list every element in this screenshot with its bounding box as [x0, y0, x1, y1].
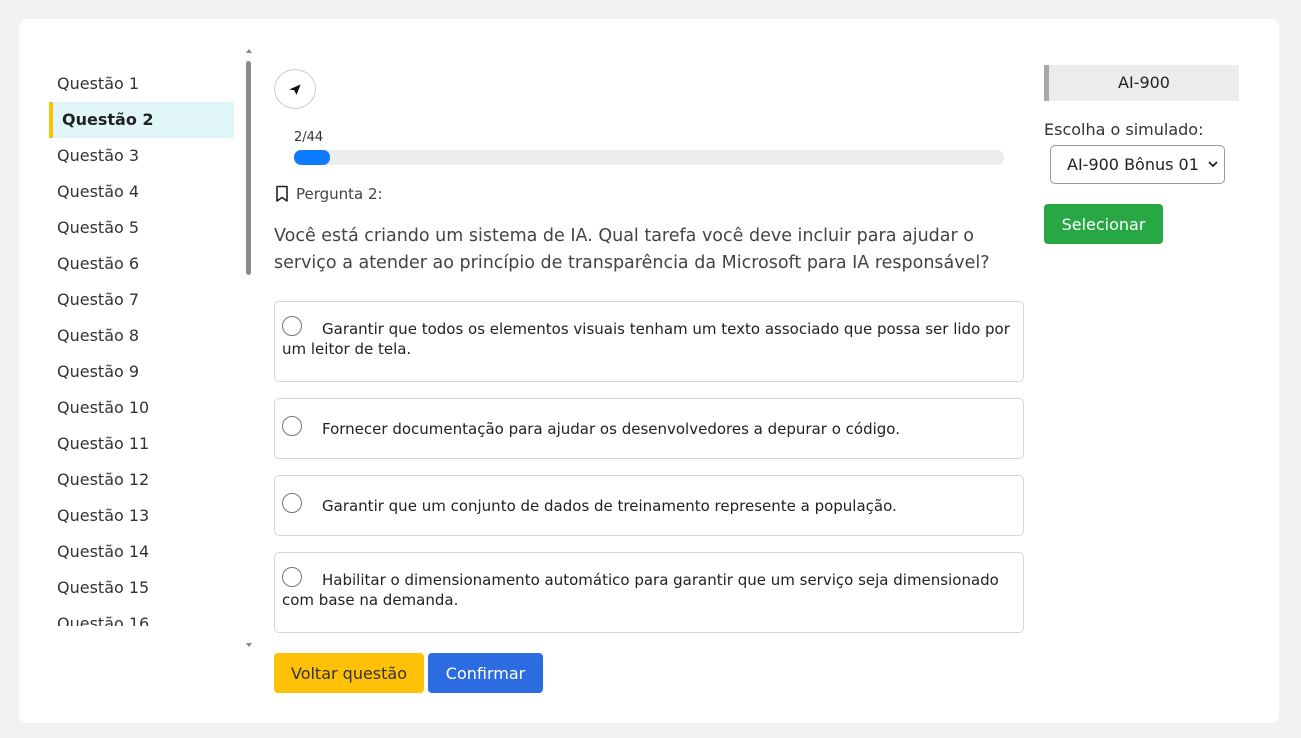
sidebar-item-questao-7[interactable]: Questão 7: [49, 282, 234, 318]
simulado-select-value: AI-900 Bônus 01: [1067, 155, 1199, 174]
arrow-left-icon: [289, 84, 301, 95]
answer-option-3[interactable]: Garantir que um conjunto de dados de tre…: [274, 475, 1024, 536]
bookmark-icon: [276, 185, 288, 202]
simulado-select[interactable]: AI-900 Bônus 01: [1050, 145, 1225, 184]
answer-option-text: Fornecer documentação para ajudar os des…: [322, 420, 900, 438]
radio-button[interactable]: [282, 567, 302, 587]
scroll-up-icon[interactable]: [246, 49, 252, 53]
sidebar-item-questao-5[interactable]: Questão 5: [49, 210, 234, 246]
progress-bar: [294, 150, 1004, 165]
sidebar-item-questao-9[interactable]: Questão 9: [49, 354, 234, 390]
select-simulado-button[interactable]: Selecionar: [1044, 204, 1163, 244]
radio-button[interactable]: [282, 416, 302, 436]
sidebar-item-questao-11[interactable]: Questão 11: [49, 426, 234, 462]
question-header: Pergunta 2:: [274, 185, 383, 203]
answer-option-4[interactable]: Habilitar o dimensionamento automático p…: [274, 552, 1024, 633]
sidebar-item-questao-6[interactable]: Questão 6: [49, 246, 234, 282]
sidebar-item-questao-3[interactable]: Questão 3: [49, 138, 234, 174]
chevron-down-icon: [1208, 146, 1218, 196]
sidebar-item-questao-2[interactable]: Questão 2: [49, 102, 234, 138]
progress-fill: [294, 150, 330, 165]
answer-option-text: Garantir que todos os elementos visuais …: [282, 320, 1010, 358]
sidebar-item-questao-12[interactable]: Questão 12: [49, 462, 234, 498]
scroll-down-icon[interactable]: [246, 643, 252, 647]
sidebar-item-questao-10[interactable]: Questão 10: [49, 390, 234, 426]
sidebar-item-questao-4[interactable]: Questão 4: [49, 174, 234, 210]
sidebar-item-questao-1[interactable]: Questão 1: [49, 66, 234, 102]
confirm-button[interactable]: Confirmar: [428, 653, 543, 693]
radio-button[interactable]: [282, 493, 302, 513]
progress-label: 2/44: [294, 130, 324, 145]
sidebar-scrollbar[interactable]: [245, 49, 253, 649]
answer-option-2[interactable]: Fornecer documentação para ajudar os des…: [274, 398, 1024, 459]
question-number-label: Pergunta 2:: [296, 185, 383, 203]
sidebar-item-questao-13[interactable]: Questão 13: [49, 498, 234, 534]
sidebar-item-questao-15[interactable]: Questão 15: [49, 570, 234, 606]
quiz-card: Questão 1 Questão 2 Questão 3 Questão 4 …: [19, 19, 1279, 723]
radio-button[interactable]: [282, 316, 302, 336]
sidebar-item-questao-8[interactable]: Questão 8: [49, 318, 234, 354]
back-button[interactable]: [274, 69, 316, 109]
question-text: Você está criando um sistema de IA. Qual…: [274, 226, 990, 273]
choose-simulado-label: Escolha o simulado:: [1044, 120, 1204, 139]
exam-code-badge: AI-900: [1044, 65, 1239, 101]
question-list: Questão 1 Questão 2 Questão 3 Questão 4 …: [49, 66, 234, 626]
scroll-thumb[interactable]: [246, 61, 251, 275]
back-question-button[interactable]: Voltar questão: [274, 653, 424, 693]
sidebar-item-questao-14[interactable]: Questão 14: [49, 534, 234, 570]
answer-option-text: Habilitar o dimensionamento automático p…: [282, 571, 999, 609]
sidebar-item-questao-16[interactable]: Questão 16: [49, 606, 234, 626]
answer-option-text: Garantir que um conjunto de dados de tre…: [322, 497, 897, 515]
answer-option-1[interactable]: Garantir que todos os elementos visuais …: [274, 301, 1024, 382]
